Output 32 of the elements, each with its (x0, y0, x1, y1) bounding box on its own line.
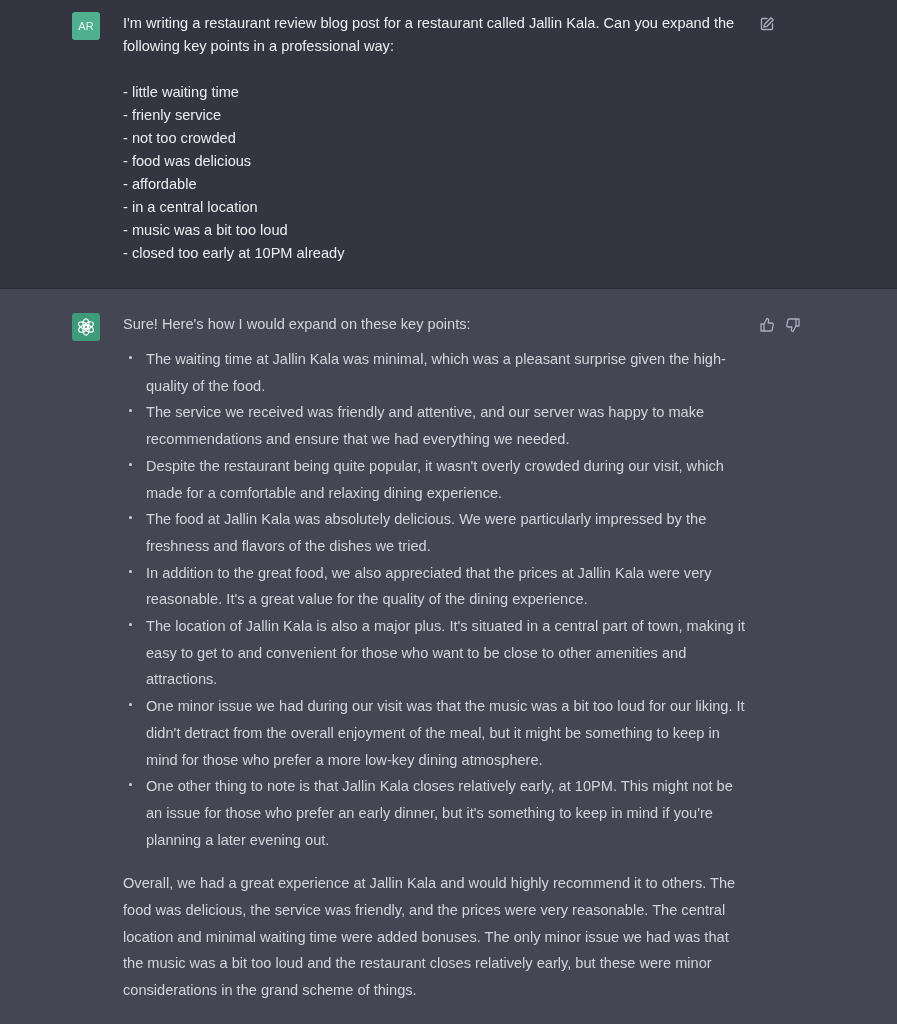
thumbs-up-icon[interactable] (759, 317, 775, 333)
key-point-line: - not too crowded (123, 129, 237, 148)
bullet-text: In addition to the great food, we also appreciated that the prices at Jallin Kala were very reasonable. It's a great value for the quality of the dining experience. (146, 563, 713, 610)
edit-icon[interactable] (759, 16, 775, 32)
bullet-dot (129, 623, 132, 627)
key-point-line: - music was a bit too loud (123, 221, 289, 240)
bullet-text: The location of Jallin Kala is also a major plus. It's situated in a central part of town, making it easy to get to and convenient for those who want to be close to other amenities and attractions. (146, 617, 746, 690)
bullet-text: The waiting time at Jallin Kala was minimal, which was a pleasant surprise given the high-quality of the food. (146, 350, 727, 396)
user-avatar: AR (72, 12, 100, 40)
assistant-avatar (72, 313, 100, 341)
key-point-line: - food was delicious (123, 152, 253, 171)
bullet-text: Despite the restaurant being quite popular, it wasn't overly crowded during our visit, which made for a comfortable and relaxing dining experience. (146, 456, 725, 503)
bullet-dot (129, 516, 132, 520)
key-point-line: - in a central location (123, 198, 259, 217)
bullet-text: One other thing to note is that Jallin Kala closes relatively early, at 10PM. This might not be an issue for those who prefer an early dinner, but it's something to keep in mind if you're planning a later evening out. (146, 777, 734, 850)
bullet-dot (129, 356, 132, 359)
bullet-dot (129, 462, 132, 466)
bullet-dot (129, 703, 132, 707)
key-point-line: - frienly service (123, 106, 223, 125)
key-point-line: - affordable (123, 175, 198, 194)
conclusion-paragraph: Overall, we had a great experience at Jallin Kala and would highly recommend it to others. The food was delicious, the service was friendly, and the prices were very reasonable. The central location and minimal waiting time were added bonuses. The only minor issue we had was that the music was a bit too loud and the restaurant closes relatively early, but these were minor considerations in the grand scheme of things. (123, 874, 737, 1001)
prompt-text: I'm writing a restaurant review blog post for a restaurant called Jallin Kala. Can you expand the following key points in a professional way: (123, 14, 736, 56)
bullet-text: The service we received was friendly and attentive, and our server was happy to make recommendations and ensure that we had everything we needed. (146, 403, 706, 450)
key-point-line: - little waiting time (123, 83, 240, 102)
bullet-text: The food at Jallin Kala was absolutely delicious. We were particularly impressed by the freshness and flavors of the dishes we tried. (146, 510, 708, 556)
bullet-dot (129, 409, 132, 413)
bullet-dot (129, 783, 132, 787)
bullet-text: One minor issue we had during our visit was that the music was a bit too loud for our liking. It didn't detract from the overall enjoyment of the meal, but it might be something to keep in mind for those who prefer a more low-key dining atmosphere. (146, 697, 746, 770)
key-point-line: - closed too early at 10PM already (123, 244, 346, 263)
reply-intro: Sure! Here's how I would expand on these key points: (123, 315, 472, 334)
thumbs-down-icon[interactable] (785, 317, 801, 333)
bullet-dot (129, 569, 132, 573)
